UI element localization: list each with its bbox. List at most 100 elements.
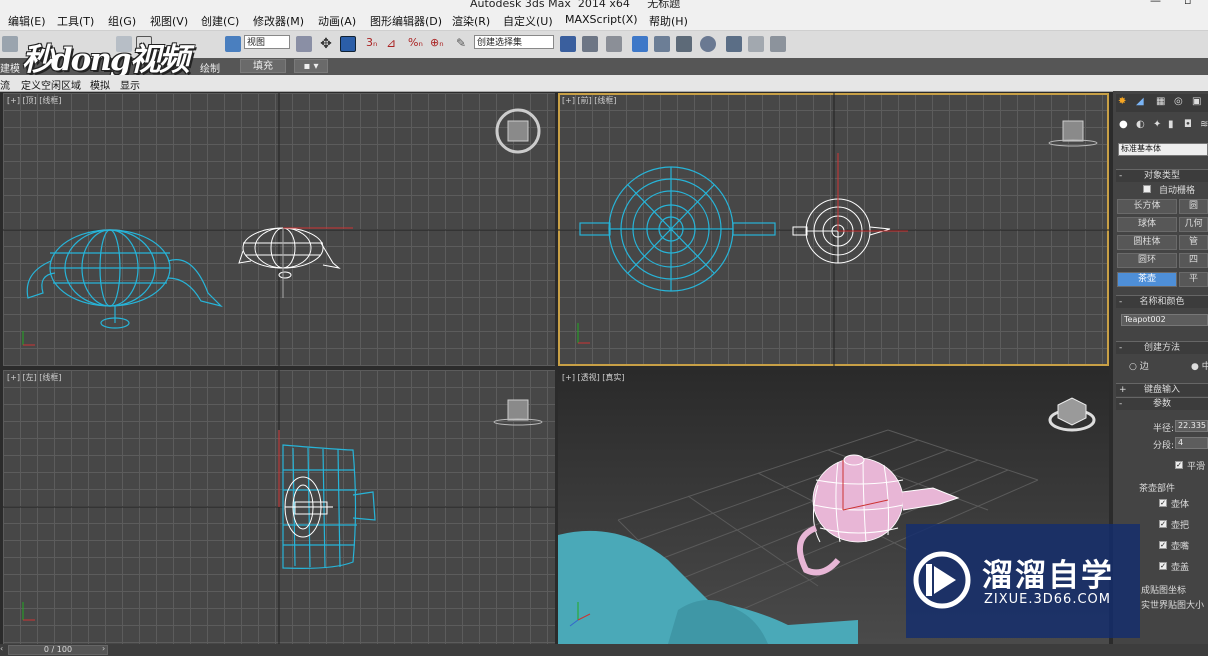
segments-spinner[interactable]: 4 bbox=[1175, 437, 1208, 449]
part-handle-label: 壶把 bbox=[1171, 521, 1190, 531]
display-tab-icon[interactable]: ▣ bbox=[1192, 96, 1201, 107]
cone-button[interactable]: 圆 bbox=[1179, 199, 1208, 214]
part-handle-checkbox[interactable]: ✓ bbox=[1159, 520, 1167, 528]
graphite-ribbon-icon[interactable] bbox=[632, 36, 648, 52]
geosphere-button[interactable]: 几何 bbox=[1179, 217, 1208, 232]
named-selection-dropdown[interactable]: 创建选择集 bbox=[474, 35, 554, 49]
part-body-checkbox[interactable]: ✓ bbox=[1159, 499, 1167, 507]
subbar-flow[interactable]: 流 bbox=[0, 77, 10, 92]
menu-rendering[interactable]: 渲染(R) bbox=[452, 13, 490, 29]
smooth-checkbox[interactable]: ✓ bbox=[1175, 461, 1183, 469]
viewcube-front-icon[interactable] bbox=[1048, 120, 1098, 147]
part-lid-checkbox[interactable]: ✓ bbox=[1159, 562, 1167, 570]
minimize-button[interactable]: — bbox=[1150, 0, 1161, 7]
keyboard-entry-rollout[interactable]: + 键盘输入 bbox=[1116, 383, 1208, 396]
menu-view[interactable]: 视图(V) bbox=[150, 13, 188, 29]
category-dropdown[interactable]: 标准基本体 bbox=[1118, 143, 1208, 156]
render-production-icon[interactable] bbox=[770, 36, 786, 52]
snap-3d-icon[interactable]: 3ₙ bbox=[366, 36, 382, 52]
material-editor-icon[interactable] bbox=[700, 36, 716, 52]
part-spout-checkbox[interactable]: ✓ bbox=[1159, 541, 1167, 549]
viewcube-left-icon[interactable] bbox=[493, 399, 543, 426]
create-tab-icon[interactable]: ✸ bbox=[1118, 96, 1126, 107]
render-setup-icon[interactable] bbox=[726, 36, 742, 52]
timeline-next-icon[interactable]: › bbox=[102, 644, 105, 653]
pivot-icon[interactable] bbox=[296, 36, 312, 52]
viewport-top[interactable]: [+] [顶] [线框] bbox=[3, 93, 555, 366]
creation-method-rollout[interactable]: - 创建方法 bbox=[1116, 341, 1208, 354]
select-move-icon[interactable] bbox=[225, 36, 241, 52]
method-edge-radio[interactable]: ○ 边 bbox=[1129, 359, 1149, 372]
menu-tools[interactable]: 工具(T) bbox=[57, 13, 94, 29]
cylinder-button[interactable]: 圆柱体 bbox=[1117, 235, 1177, 250]
subbar-simulate[interactable]: 模拟 bbox=[90, 77, 110, 92]
hierarchy-tab-icon[interactable]: ▦ bbox=[1156, 96, 1165, 107]
plane-button[interactable]: 平 bbox=[1179, 272, 1208, 287]
menu-customize[interactable]: 自定义(U) bbox=[503, 13, 553, 29]
menu-help[interactable]: 帮助(H) bbox=[649, 13, 688, 29]
reference-coordinate-dropdown[interactable]: 视图 bbox=[244, 35, 290, 49]
box-button[interactable]: 长方体 bbox=[1117, 199, 1177, 214]
viewport-left[interactable]: [+] [左] [线框] bbox=[3, 370, 555, 644]
viewport-left-scene bbox=[3, 370, 555, 644]
teapot-button[interactable]: 茶壶 bbox=[1117, 272, 1177, 287]
move-gizmo-icon[interactable]: ✥ bbox=[318, 36, 334, 52]
link-icon[interactable] bbox=[2, 36, 18, 52]
parameters-header: 参数 bbox=[1152, 399, 1171, 409]
menu-edit[interactable]: 编辑(E) bbox=[8, 13, 46, 29]
radius-label: 半径: bbox=[1153, 424, 1175, 434]
schematic-view-icon[interactable] bbox=[676, 36, 692, 52]
ribbon-tab-modeling[interactable]: 建模 bbox=[0, 60, 20, 75]
spacewarps-icon[interactable]: ≋ bbox=[1200, 119, 1208, 130]
method-center-label: 中 bbox=[1201, 362, 1208, 372]
gen-map-coords-label[interactable]: 成贴图坐标 bbox=[1141, 583, 1186, 596]
time-slider[interactable]: 0 / 100 bbox=[8, 645, 108, 655]
motion-tab-icon[interactable]: ◎ bbox=[1174, 96, 1183, 107]
timeline-prev-icon[interactable]: ‹ bbox=[0, 644, 3, 653]
menu-animation[interactable]: 动画(A) bbox=[318, 13, 356, 29]
radius-spinner[interactable]: 22.335 bbox=[1175, 420, 1208, 432]
curve-editor-icon[interactable] bbox=[654, 36, 670, 52]
helpers-icon[interactable]: ◘ bbox=[1184, 119, 1192, 130]
ribbon-options-icon[interactable]: ▪ ▾ bbox=[294, 59, 328, 73]
keyboard-shortcut-icon[interactable] bbox=[340, 36, 356, 52]
subbar-define-region[interactable]: 定义空闲区域 bbox=[21, 77, 81, 92]
mirror-icon[interactable] bbox=[560, 36, 576, 52]
menu-modifiers[interactable]: 修改器(M) bbox=[253, 13, 304, 29]
part-body-label: 壶体 bbox=[1171, 500, 1190, 510]
spinner-snap-icon[interactable]: ⊕ₙ bbox=[430, 36, 446, 52]
object-type-rollout[interactable]: - 对象类型 bbox=[1116, 169, 1208, 182]
align-icon[interactable] bbox=[582, 36, 598, 52]
auto-grid-checkbox[interactable] bbox=[1143, 185, 1151, 193]
subbar-display[interactable]: 显示 bbox=[120, 77, 140, 92]
angle-snap-icon[interactable]: ⊿ bbox=[386, 36, 402, 52]
render-frame-icon[interactable] bbox=[748, 36, 764, 52]
cameras-icon[interactable]: ▮ bbox=[1168, 119, 1174, 130]
fill-button[interactable]: 填充 bbox=[240, 59, 286, 73]
tube-button[interactable]: 管 bbox=[1179, 235, 1208, 250]
torus-button[interactable]: 圆环 bbox=[1117, 253, 1177, 268]
geometry-icon[interactable]: ● bbox=[1119, 119, 1128, 130]
viewcube-top-icon[interactable] bbox=[495, 108, 541, 154]
pyramid-button[interactable]: 四 bbox=[1179, 253, 1208, 268]
parameters-rollout[interactable]: - 参数 bbox=[1116, 397, 1208, 410]
real-world-map-label[interactable]: 实世界贴图大小 bbox=[1141, 598, 1204, 611]
shapes-icon[interactable]: ◐ bbox=[1136, 119, 1145, 130]
method-center-radio[interactable]: ● 中 bbox=[1191, 359, 1208, 372]
menu-create[interactable]: 创建(C) bbox=[201, 13, 239, 29]
sphere-button[interactable]: 球体 bbox=[1117, 217, 1177, 232]
viewcube-perspective-icon[interactable] bbox=[1048, 397, 1096, 432]
name-color-rollout[interactable]: - 名称和颜色 bbox=[1116, 295, 1208, 308]
menu-group[interactable]: 组(G) bbox=[108, 13, 136, 29]
maximize-button[interactable]: ▫ bbox=[1184, 0, 1191, 7]
layer-manager-icon[interactable] bbox=[606, 36, 622, 52]
viewport-front[interactable]: [+] [前] [线框] bbox=[558, 93, 1109, 366]
object-name-field[interactable]: Teapot002 bbox=[1121, 314, 1208, 326]
menu-maxscript[interactable]: MAXScript(X) bbox=[565, 13, 638, 26]
edit-named-selection-icon[interactable]: ✎ bbox=[456, 36, 472, 52]
menu-graph-editors[interactable]: 图形编辑器(D) bbox=[370, 13, 442, 29]
ribbon-tab-paint[interactable]: 绘制 bbox=[200, 60, 220, 75]
percent-snap-icon[interactable]: %ₙ bbox=[408, 36, 424, 52]
modify-tab-icon[interactable]: ◢ bbox=[1136, 96, 1144, 107]
lights-icon[interactable]: ✦ bbox=[1153, 119, 1161, 130]
